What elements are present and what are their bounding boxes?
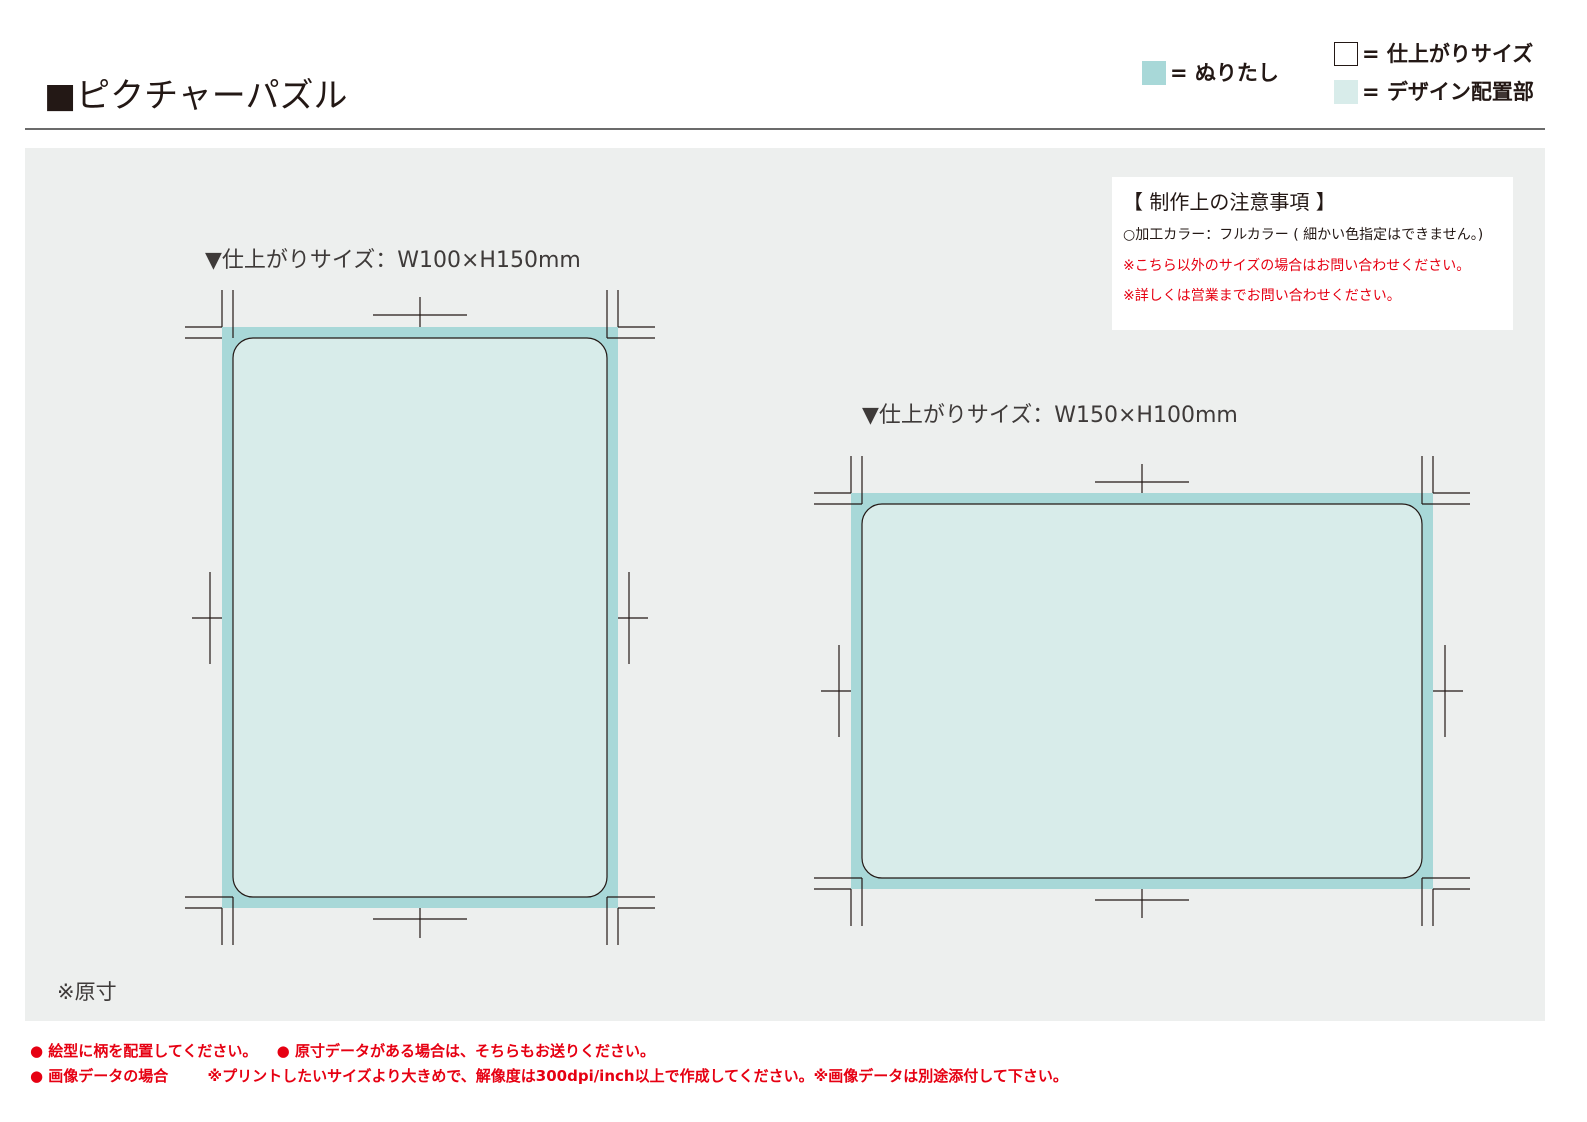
portrait-template xyxy=(185,290,655,945)
portrait-design-area xyxy=(232,337,608,898)
footer-image-data-instructions: ※プリントしたいサイズより大きめで、解像度は300dpi/inch以上で作成して… xyxy=(207,1067,1068,1085)
landscape-template xyxy=(814,456,1470,926)
footer-place-pattern-note: ● 絵型に柄を配置してください。 xyxy=(30,1042,258,1060)
actual-size-note: ※原寸 xyxy=(57,980,117,1004)
landscape-design-area xyxy=(861,503,1423,879)
footer-line-2: ● 画像データの場合 ※プリントしたいサイズより大きめで、解像度は300dpi/… xyxy=(30,1065,1068,1087)
footer-image-data-heading: ● 画像データの場合 xyxy=(30,1067,169,1085)
template-drawings xyxy=(185,290,1470,945)
footer-original-data-note: ● 原寸データがある場合は、そちらもお送りください。 xyxy=(276,1042,655,1060)
footer-line-1: ● 絵型に柄を配置してください。 ● 原寸データがある場合は、そちらもお送りくだ… xyxy=(30,1040,655,1062)
